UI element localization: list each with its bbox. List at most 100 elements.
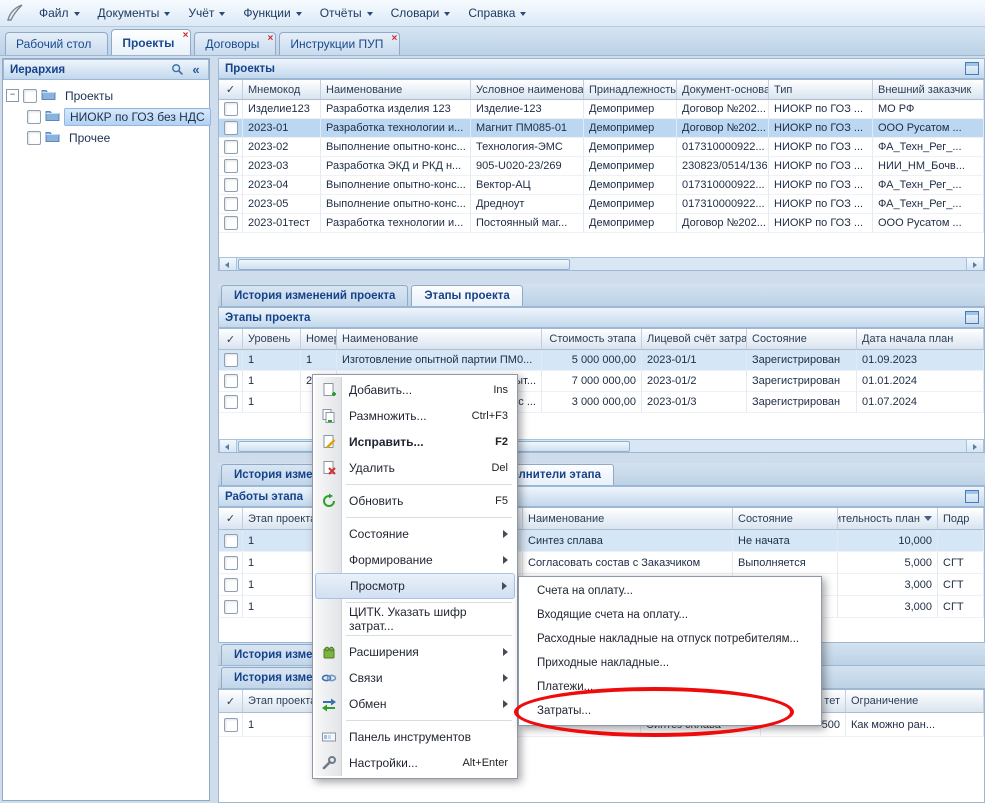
- scrollbar-thumb[interactable]: [238, 259, 570, 270]
- cell[interactable]: Изделие-123: [471, 100, 584, 119]
- checkbox[interactable]: [224, 534, 238, 548]
- cell[interactable]: 3,000: [838, 574, 938, 596]
- cell[interactable]: ФА_Техн_Рег_...: [873, 195, 984, 214]
- column-header[interactable]: Состояние: [747, 329, 857, 350]
- menu-item-refresh[interactable]: Обновить F5: [315, 488, 515, 514]
- menu-item-extensions[interactable]: Расширения: [315, 639, 515, 665]
- cell[interactable]: НИОКР по ГОЗ ...: [769, 100, 873, 119]
- cell[interactable]: ФА_Техн_Рег_...: [873, 138, 984, 157]
- cell-check[interactable]: [219, 350, 243, 371]
- tab-projects[interactable]: Проекты: [111, 29, 191, 55]
- column-header[interactable]: Условное наименова: [471, 80, 584, 100]
- column-header[interactable]: Номер: [301, 329, 337, 350]
- cell[interactable]: 2023-03: [243, 157, 321, 176]
- cell[interactable]: Не начата: [733, 530, 838, 552]
- table-row[interactable]: Изделие123 Разработка изделия 123 Издели…: [219, 100, 984, 119]
- horizontal-scrollbar[interactable]: [219, 257, 984, 271]
- checkbox[interactable]: [224, 374, 238, 388]
- tree-node-root[interactable]: Проекты: [6, 85, 206, 106]
- table-row-selected[interactable]: 2023-01 Разработка технологии и... Магни…: [219, 119, 984, 138]
- menu-item-add[interactable]: Добавить... Ins: [315, 377, 515, 403]
- menu-item-view[interactable]: Просмотр: [315, 573, 515, 599]
- checkbox[interactable]: [224, 216, 238, 230]
- scroll-right-icon[interactable]: [966, 258, 983, 271]
- scroll-left-icon[interactable]: [220, 440, 237, 453]
- cell[interactable]: 017310000922...: [677, 195, 769, 214]
- cell-check[interactable]: [219, 100, 243, 119]
- column-header[interactable]: Ограничение: [846, 690, 984, 713]
- tree-node-niokr[interactable]: НИОКР по ГОЗ без НДС: [6, 106, 206, 127]
- column-header[interactable]: Наименование: [337, 329, 542, 350]
- cell[interactable]: НИИ_НМ_Бочв...: [873, 157, 984, 176]
- menu-item-state[interactable]: Состояние: [315, 521, 515, 547]
- cell[interactable]: Синтез сплава: [523, 530, 733, 552]
- cell[interactable]: Выполнение опытно-конс...: [321, 195, 471, 214]
- menu-accounting[interactable]: Учёт: [179, 2, 234, 24]
- checkbox[interactable]: [224, 197, 238, 211]
- checkbox[interactable]: [23, 89, 37, 103]
- cell[interactable]: 1: [243, 371, 301, 392]
- column-header[interactable]: Лицевой счёт затрат: [642, 329, 747, 350]
- cell-check[interactable]: [219, 530, 243, 552]
- column-header[interactable]: Дата начала план: [857, 329, 984, 350]
- cell[interactable]: Изготовление опытной партии ПМ0...: [337, 350, 542, 371]
- cell-check[interactable]: [219, 176, 243, 195]
- cell[interactable]: ООО Русатом ...: [873, 119, 984, 138]
- table-row[interactable]: 2023-03 Разработка ЭКД и РКД н... 905-U0…: [219, 157, 984, 176]
- tab-contracts[interactable]: Договоры: [194, 32, 276, 55]
- cell[interactable]: Технология-ЭМС: [471, 138, 584, 157]
- cell[interactable]: Дредноут: [471, 195, 584, 214]
- tab-project-history[interactable]: История изменений проекта: [221, 285, 408, 306]
- cell[interactable]: Выполнение опытно-конс...: [321, 138, 471, 157]
- cell-check[interactable]: [219, 392, 243, 413]
- menu-item-exchange[interactable]: Обмен: [315, 691, 515, 717]
- cell[interactable]: Выполнение опытно-конс...: [321, 176, 471, 195]
- close-icon[interactable]: [268, 33, 274, 44]
- cell[interactable]: НИОКР по ГОЗ ...: [769, 119, 873, 138]
- checkbox[interactable]: [224, 600, 238, 614]
- cell[interactable]: СГТ: [938, 574, 984, 596]
- panel-menu-icon[interactable]: [964, 489, 980, 505]
- cell[interactable]: Демопример: [584, 214, 677, 233]
- tree-node-other[interactable]: Прочее: [6, 127, 206, 148]
- cell[interactable]: 1: [243, 392, 301, 413]
- submenu-item-incoming-invoices[interactable]: Входящие счета на оплату...: [521, 603, 819, 627]
- panel-menu-icon[interactable]: [964, 61, 980, 77]
- close-icon[interactable]: [392, 33, 398, 44]
- cell[interactable]: Договор №202...: [677, 100, 769, 119]
- cell-check[interactable]: [219, 119, 243, 138]
- tree-node-label[interactable]: НИОКР по ГОЗ без НДС: [64, 108, 211, 126]
- cell[interactable]: 1: [301, 350, 337, 371]
- cell[interactable]: 2023-01: [243, 119, 321, 138]
- cell-check[interactable]: [219, 157, 243, 176]
- cell[interactable]: 2023-01/3: [642, 392, 747, 413]
- table-row[interactable]: 2023-05 Выполнение опытно-конс... Дредно…: [219, 195, 984, 214]
- cell-check[interactable]: [219, 713, 243, 737]
- cell[interactable]: 10,000: [838, 530, 938, 552]
- column-header[interactable]: Принадлежность: [584, 80, 677, 100]
- checkbox[interactable]: [224, 556, 238, 570]
- menu-item-citk-cost-code[interactable]: ЦИТК. Указать шифр затрат...: [315, 606, 515, 632]
- cell[interactable]: 1: [243, 350, 301, 371]
- submenu-item-invoices[interactable]: Счета на оплату...: [521, 579, 819, 603]
- tree-node-label[interactable]: Проекты: [60, 88, 118, 104]
- cell[interactable]: НИОКР по ГОЗ ...: [769, 157, 873, 176]
- cell[interactable]: Выполняется: [733, 552, 838, 574]
- cell[interactable]: Постоянный маг...: [471, 214, 584, 233]
- column-header[interactable]: Внешний заказчик: [873, 80, 984, 100]
- cell-check[interactable]: [219, 214, 243, 233]
- scroll-right-icon[interactable]: [966, 440, 983, 453]
- table-row[interactable]: 2023-01тест Разработка технологии и... П…: [219, 214, 984, 233]
- cell[interactable]: Демопример: [584, 195, 677, 214]
- cell[interactable]: 5 000 000,00: [542, 350, 642, 371]
- cell[interactable]: Демопример: [584, 119, 677, 138]
- cell[interactable]: 01.09.2023: [857, 350, 984, 371]
- cell[interactable]: 3 000 000,00: [542, 392, 642, 413]
- checkbox[interactable]: [27, 131, 41, 145]
- cell[interactable]: НИОКР по ГОЗ ...: [769, 195, 873, 214]
- tree-node-label[interactable]: Прочее: [64, 130, 115, 146]
- cell[interactable]: ФА_Техн_Рег_...: [873, 176, 984, 195]
- checkbox[interactable]: [224, 140, 238, 154]
- cell[interactable]: Демопример: [584, 100, 677, 119]
- checkbox[interactable]: [224, 102, 238, 116]
